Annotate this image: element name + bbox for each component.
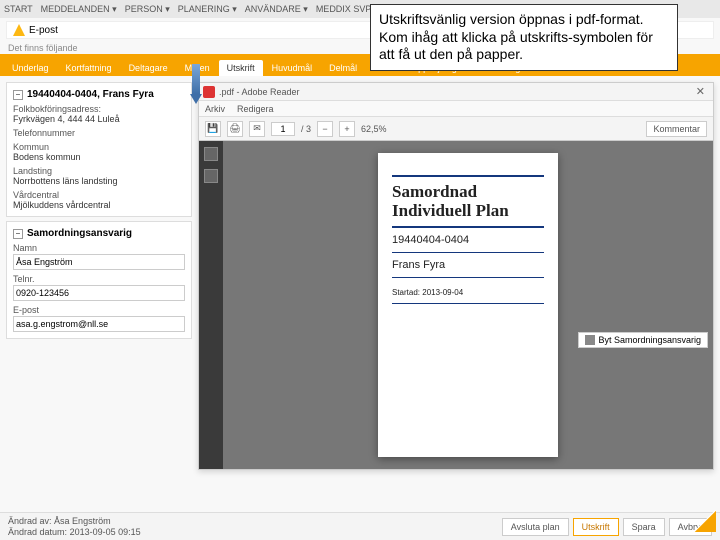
mail-icon[interactable]: ✉: [249, 121, 265, 137]
namn-label: Namn: [13, 243, 185, 253]
pdf-document-page: Samordnad Individuell Plan 19440404-0404…: [378, 153, 558, 457]
nav-medd[interactable]: MEDDELANDEN ▾: [41, 4, 117, 15]
zoom-out-icon[interactable]: −: [317, 121, 333, 137]
thumbnails-icon[interactable]: [204, 147, 218, 161]
left-sidebar: –19440404-0404, Frans Fyra Folkbokföring…: [6, 82, 192, 470]
doc-started: Startad: 2013-09-04: [392, 288, 544, 297]
collapse-icon[interactable]: –: [13, 229, 23, 239]
doc-pnr: 19440404-0404: [392, 234, 544, 246]
zoom-value: 62,5%: [361, 124, 387, 134]
person-card: –19440404-0404, Frans Fyra Folkbokföring…: [6, 82, 192, 217]
telnr-input[interactable]: [13, 285, 185, 301]
pdf-toolbar: 💾 🖨 ✉ / 3 − + 62,5% Kommentar: [199, 117, 713, 141]
zoom-in-icon[interactable]: +: [339, 121, 355, 137]
instruction-tooltip: Utskriftsvänlig version öppnas i pdf-for…: [370, 4, 678, 71]
pdf-menu-arkiv[interactable]: Arkiv: [205, 104, 225, 114]
comment-button[interactable]: Kommentar: [646, 121, 707, 137]
pdf-icon: [203, 86, 215, 98]
print-button[interactable]: Utskrift: [573, 518, 619, 536]
pdf-sidebar: [199, 141, 223, 469]
pdf-title-text: .pdf - Adobe Reader: [219, 87, 300, 97]
person-header: 19440404-0404, Frans Fyra: [27, 89, 154, 100]
change-coordinator-label: Byt Samordningsansvarig: [598, 335, 701, 345]
tab-utskrift[interactable]: Utskrift: [219, 60, 263, 76]
vc-label: Vårdcentral: [13, 190, 185, 200]
samord-header: Samordningsansvarig: [27, 228, 132, 239]
telnr-label: Telnr.: [13, 274, 185, 284]
tab-deltagare[interactable]: Deltagare: [121, 60, 176, 76]
kommun-value: Bodens kommun: [13, 152, 185, 162]
tab-underlag[interactable]: Underlag: [4, 60, 57, 76]
pdf-body: Samordnad Individuell Plan 19440404-0404…: [199, 141, 713, 469]
footer-bar: Ändrad av: Åsa Engström Ändrad datum: 20…: [0, 512, 720, 540]
person-icon: [585, 335, 595, 345]
landsting-label: Landsting: [13, 166, 185, 176]
namn-input[interactable]: [13, 254, 185, 270]
arrow-pointer-icon: [190, 64, 202, 104]
nav-start[interactable]: START: [4, 4, 33, 14]
doc-name: Frans Fyra: [392, 259, 544, 271]
epost-label: E-post: [13, 305, 185, 315]
save-icon[interactable]: 💾: [205, 121, 221, 137]
page-current-input[interactable]: [271, 122, 295, 136]
pdf-viewer: .pdf - Adobe Reader ✕ Arkiv Redigera 💾 🖨…: [198, 82, 714, 470]
epost-input[interactable]: [13, 316, 185, 332]
pdf-page-area[interactable]: Samordnad Individuell Plan 19440404-0404…: [223, 141, 713, 469]
tab-kortfattning[interactable]: Kortfattning: [58, 60, 120, 76]
addr-label: Folkbokföringsadress:: [13, 104, 185, 114]
close-plan-button[interactable]: Avsluta plan: [502, 518, 569, 536]
change-coordinator-button[interactable]: Byt Samordningsansvarig: [578, 332, 708, 348]
vc-value: Mjölkuddens vårdcentral: [13, 200, 185, 210]
footer-meta: Ändrad av: Åsa Engström Ändrad datum: 20…: [8, 516, 141, 538]
pdf-menubar: Arkiv Redigera: [199, 101, 713, 117]
samord-card: –Samordningsansvarig Namn Telnr. E-post: [6, 221, 192, 339]
warning-title: E-post: [29, 25, 58, 36]
kommun-label: Kommun: [13, 142, 185, 152]
page-total: / 3: [301, 124, 311, 134]
tab-huvudmal[interactable]: Huvudmål: [264, 60, 321, 76]
close-icon[interactable]: ✕: [692, 85, 709, 98]
pdf-titlebar: .pdf - Adobe Reader ✕: [199, 83, 713, 101]
tab-delmal[interactable]: Delmål: [321, 60, 365, 76]
attachments-icon[interactable]: [204, 169, 218, 183]
nav-person[interactable]: PERSON ▾: [125, 4, 170, 15]
save-button[interactable]: Spara: [623, 518, 665, 536]
addr-value: Fyrkvägen 4, 444 44 Luleå: [13, 114, 185, 124]
print-icon[interactable]: 🖨: [227, 121, 243, 137]
nav-anv[interactable]: ANVÄNDARE ▾: [245, 4, 308, 15]
landsting-value: Norrbottens läns landsting: [13, 176, 185, 186]
nav-plan[interactable]: PLANERING ▾: [178, 4, 237, 15]
doc-title: Samordnad Individuell Plan: [392, 183, 544, 220]
tel-label: Telefonnummer: [13, 128, 185, 138]
warning-icon: [13, 24, 25, 36]
nav-meddix[interactable]: MEDDIX SVP: [316, 4, 372, 14]
page-curl-icon: [694, 510, 716, 532]
collapse-icon[interactable]: –: [13, 90, 23, 100]
pdf-menu-redigera[interactable]: Redigera: [237, 104, 274, 114]
